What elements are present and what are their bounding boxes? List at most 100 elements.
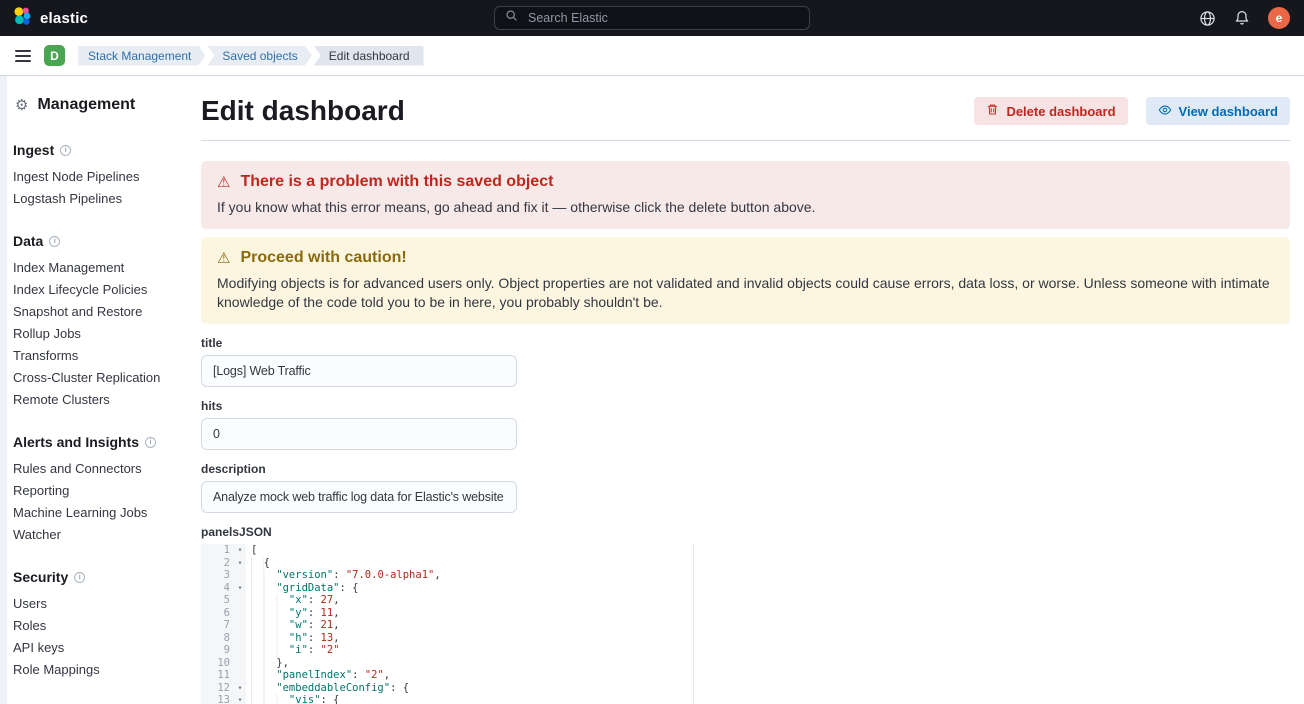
- line-number: 10: [201, 657, 234, 670]
- description-field-label: description: [201, 462, 1290, 476]
- fold-toggle-icon: [234, 657, 246, 670]
- fold-toggle-icon: [234, 594, 246, 607]
- indent-guide: [251, 669, 276, 682]
- elastic-logo-icon: [12, 6, 32, 31]
- fold-toggle-icon: [234, 669, 246, 682]
- sidebar-item-rollup-jobs[interactable]: Rollup Jobs: [13, 323, 185, 345]
- indent-guide: [251, 619, 289, 632]
- sidebar-item-users[interactable]: Users: [13, 593, 185, 615]
- editor-line: 10},: [201, 657, 1290, 670]
- hits-field[interactable]: [201, 418, 517, 450]
- line-number: 1: [201, 544, 234, 557]
- sidebar-item-cross-cluster-replication[interactable]: Cross-Cluster Replication: [13, 367, 185, 389]
- sidebar-item-index-lifecycle-policies[interactable]: Index Lifecycle Policies: [13, 279, 185, 301]
- menu-icon[interactable]: [15, 50, 31, 62]
- info-icon: [74, 572, 85, 583]
- breadcrumb-item-current: Edit dashboard: [314, 46, 424, 66]
- management-sidebar: ⚙ Management IngestIngest Node Pipelines…: [7, 76, 193, 704]
- delete-dashboard-label: Delete dashboard: [1006, 104, 1115, 119]
- sidebar-item-snapshot-and-restore[interactable]: Snapshot and Restore: [13, 301, 185, 323]
- sidebar-item-transforms[interactable]: Transforms: [13, 345, 185, 367]
- editor-line: 5"x": 27,: [201, 594, 1290, 607]
- title-field[interactable]: [201, 355, 517, 387]
- sidebar-section-heading: Ingest: [13, 142, 185, 158]
- line-number: 2: [201, 557, 234, 570]
- sidebar-section-heading: Data: [13, 233, 185, 249]
- brand-name: elastic: [40, 10, 88, 27]
- fold-toggle-icon: [234, 644, 246, 657]
- danger-callout: ⚠ There is a problem with this saved obj…: [201, 161, 1290, 229]
- line-number: 6: [201, 607, 234, 620]
- indent-guide: [251, 569, 276, 582]
- fold-toggle-icon[interactable]: ▾: [234, 582, 246, 595]
- editor-line: 11"panelIndex": "2",: [201, 669, 1290, 682]
- info-icon: [49, 236, 60, 247]
- indent-guide: [251, 657, 276, 670]
- indent-guide: [251, 632, 289, 645]
- delete-dashboard-button[interactable]: Delete dashboard: [974, 97, 1127, 125]
- space-avatar[interactable]: D: [44, 45, 65, 66]
- line-number: 13: [201, 694, 234, 704]
- search-icon: [505, 9, 518, 27]
- sidebar-item-logstash-pipelines[interactable]: Logstash Pipelines: [13, 188, 185, 210]
- info-icon: [145, 437, 156, 448]
- sidebar-section-heading: Security: [13, 569, 185, 585]
- fold-toggle-icon[interactable]: ▾: [234, 682, 246, 695]
- editor-line: 2▾{: [201, 557, 1290, 570]
- breadcrumb-item-saved-objects[interactable]: Saved objects: [207, 46, 311, 66]
- sidebar-item-role-mappings[interactable]: Role Mappings: [13, 659, 185, 681]
- danger-callout-title: There is a problem with this saved objec…: [240, 171, 553, 193]
- fold-toggle-icon[interactable]: ▾: [234, 557, 246, 570]
- sidebar-item-api-keys[interactable]: API keys: [13, 637, 185, 659]
- fold-toggle-icon[interactable]: ▾: [234, 544, 246, 557]
- global-header: elastic e: [0, 0, 1304, 36]
- left-edge-strip: [0, 76, 7, 704]
- line-number: 8: [201, 632, 234, 645]
- panels-json-label: panelsJSON: [201, 525, 1290, 539]
- sidebar-item-machine-learning-jobs[interactable]: Machine Learning Jobs: [13, 502, 185, 524]
- print-margin-ruler: [693, 544, 694, 704]
- user-avatar[interactable]: e: [1268, 7, 1290, 29]
- indent-guide: [251, 557, 264, 570]
- editor-line: 8"h": 13,: [201, 632, 1290, 645]
- main-content: Edit dashboard Delete dashboard: [193, 76, 1304, 704]
- editor-line: 9"i": "2": [201, 644, 1290, 657]
- line-number: 12: [201, 682, 234, 695]
- global-search[interactable]: [494, 6, 810, 30]
- notifications-bell-icon[interactable]: [1233, 9, 1251, 27]
- line-number: 7: [201, 619, 234, 632]
- view-dashboard-label: View dashboard: [1179, 104, 1278, 119]
- fold-toggle-icon: [234, 607, 246, 620]
- line-number: 5: [201, 594, 234, 607]
- eye-icon: [1158, 103, 1172, 120]
- sidebar-item-remote-clusters[interactable]: Remote Clusters: [13, 389, 185, 411]
- sidebar-item-roles[interactable]: Roles: [13, 615, 185, 637]
- global-search-input[interactable]: [526, 10, 799, 26]
- editor-line: 13▾"vis": {: [201, 694, 1290, 704]
- fold-toggle-icon: [234, 619, 246, 632]
- sidebar-section-heading: Alerts and Insights: [13, 434, 185, 450]
- fold-toggle-icon[interactable]: ▾: [234, 694, 246, 704]
- indent-guide: [251, 582, 276, 595]
- editor-line: 3"version": "7.0.0-alpha1",: [201, 569, 1290, 582]
- line-number: 3: [201, 569, 234, 582]
- warning-callout-body: Modifying objects is for advanced users …: [217, 274, 1274, 312]
- sidebar-nav: Ingest Ingest Node PipelinesLogstash Pipe…: [13, 142, 185, 681]
- sidebar-item-watcher[interactable]: Watcher: [13, 524, 185, 546]
- breadcrumb-item-stack-management[interactable]: Stack Management: [78, 46, 205, 66]
- indent-guide: [251, 694, 289, 704]
- sidebar-item-reporting[interactable]: Reporting: [13, 480, 185, 502]
- danger-callout-body: If you know what this error means, go ah…: [217, 198, 1274, 217]
- cloud-deployment-icon[interactable]: [1198, 9, 1216, 27]
- warning-callout: ⚠ Proceed with caution! Modifying object…: [201, 237, 1290, 324]
- panels-json-editor[interactable]: 1▾[2▾{3"version": "7.0.0-alpha1",4▾"grid…: [201, 544, 1290, 704]
- sidebar-item-ingest-node-pipelines[interactable]: Ingest Node Pipelines: [13, 166, 185, 188]
- elastic-home-link[interactable]: elastic: [0, 6, 88, 31]
- sidebar-item-rules-and-connectors[interactable]: Rules and Connectors: [13, 458, 185, 480]
- warning-callout-title: Proceed with caution!: [240, 247, 406, 269]
- breadcrumb-bar: D Stack Management Saved objects Edit da…: [0, 36, 1304, 76]
- view-dashboard-button[interactable]: View dashboard: [1146, 97, 1290, 125]
- description-field[interactable]: [201, 481, 517, 513]
- fold-toggle-icon: [234, 632, 246, 645]
- sidebar-item-index-management[interactable]: Index Management: [13, 257, 185, 279]
